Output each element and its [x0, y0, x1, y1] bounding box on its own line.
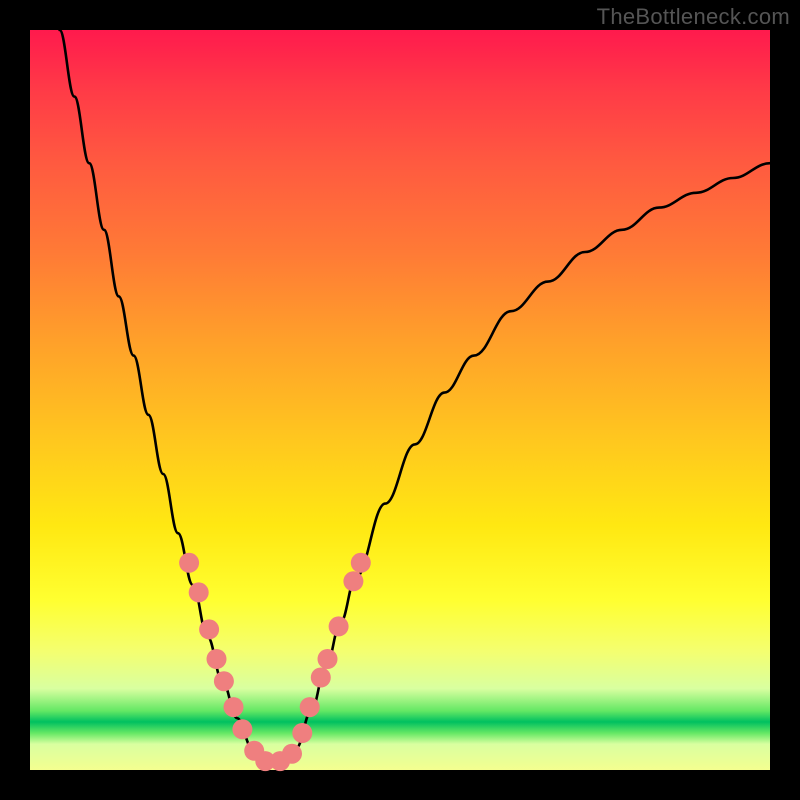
marker-dot: [300, 697, 320, 717]
marker-dot: [199, 619, 219, 639]
marker-dot: [343, 571, 363, 591]
marker-dot: [207, 649, 227, 669]
marker-dot: [179, 553, 199, 573]
outer-frame: TheBottleneck.com: [0, 0, 800, 800]
marker-dot: [329, 616, 349, 636]
marker-dot: [318, 649, 338, 669]
marker-dot: [311, 668, 331, 688]
marker-dot: [292, 723, 312, 743]
marker-dot: [214, 671, 234, 691]
marker-dot: [232, 719, 252, 739]
marker-dot: [189, 582, 209, 602]
chart-svg: [30, 30, 770, 770]
marker-dot: [224, 697, 244, 717]
marker-dot: [282, 744, 302, 764]
watermark-text: TheBottleneck.com: [597, 4, 790, 30]
marker-group: [179, 553, 371, 771]
marker-dot: [351, 553, 371, 573]
bottleneck-curve: [60, 30, 770, 763]
